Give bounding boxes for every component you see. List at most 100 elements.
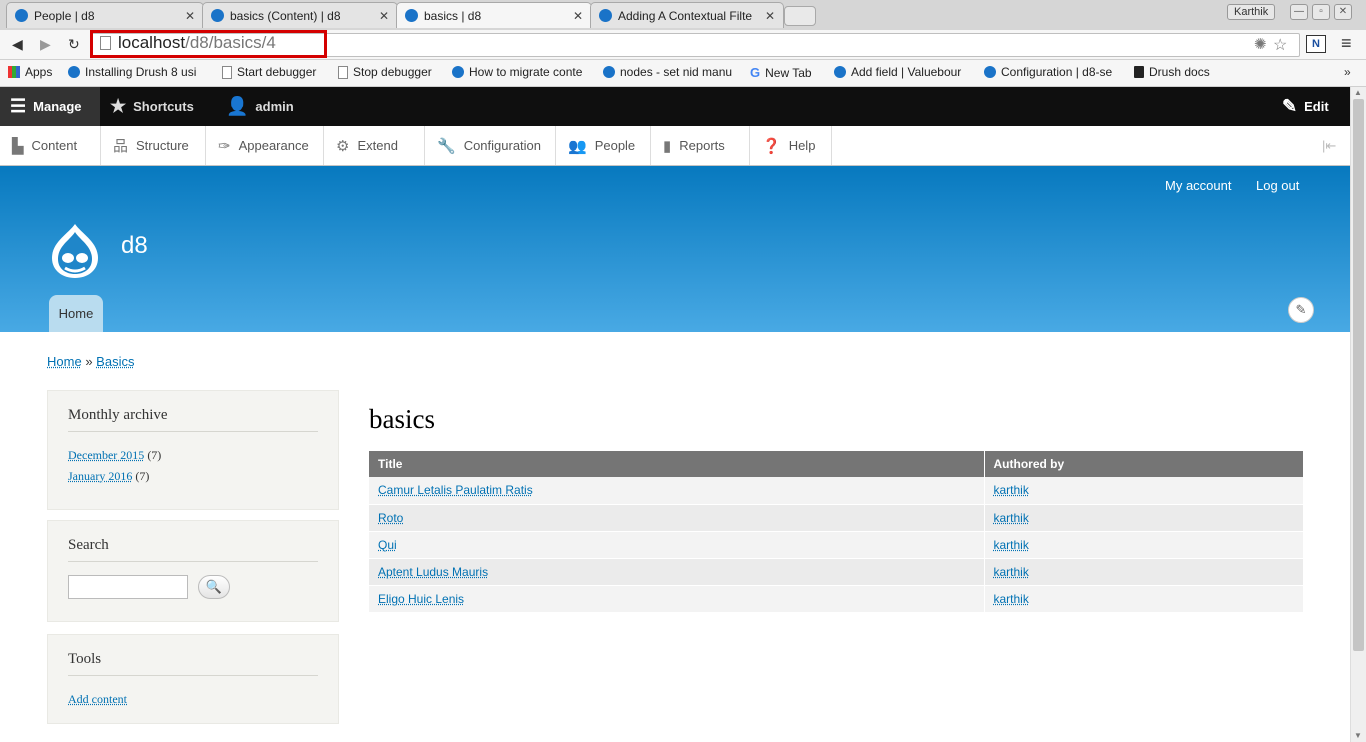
drupal-logo-icon[interactable] [46, 222, 104, 280]
bookmark-configuration[interactable]: Configuration | d8-se [984, 65, 1112, 79]
menu-structure[interactable]: 品 Structure [101, 126, 206, 165]
log-out-link[interactable]: Log out [1256, 178, 1299, 193]
bookmark-start-debugger[interactable]: Start debugger [222, 65, 316, 79]
pencil-icon: ✎ [1282, 96, 1298, 116]
maximize-icon[interactable]: ▫ [1312, 4, 1330, 20]
archive-item: January 2016 (7) [68, 466, 318, 487]
node-title-link[interactable]: Eligo Huic Lenis [378, 592, 464, 606]
pencil-icon[interactable]: ✎ [1288, 297, 1314, 323]
reload-icon[interactable]: ↻ [68, 36, 80, 53]
author-link[interactable]: karthik [994, 511, 1029, 525]
site-name[interactable]: d8 [121, 232, 148, 260]
breadcrumb-home[interactable]: Home [47, 354, 82, 369]
browser-tab-contextual-filter[interactable]: Adding A Contextual Filte ✕ [590, 2, 784, 28]
drupal-icon [603, 66, 615, 78]
menu-reports[interactable]: ▮ Reports [651, 126, 750, 165]
menu-extend[interactable]: ⚙ Extend [324, 126, 425, 165]
back-icon[interactable]: ◀ [12, 36, 23, 53]
add-content-link[interactable]: Add content [68, 692, 127, 706]
archive-link-january-2016[interactable]: January 2016 [68, 469, 132, 483]
url-highlight-box [90, 30, 327, 58]
close-icon[interactable]: ✕ [379, 9, 389, 23]
bookmark-star-icon[interactable]: ☆ [1273, 35, 1287, 55]
bookmark-label: Configuration | d8-se [1001, 65, 1113, 79]
node-title-link[interactable]: Qui [378, 538, 397, 552]
bookmark-nodes[interactable]: nodes - set nid manu [603, 65, 732, 79]
star-icon: ★ [110, 96, 127, 116]
scroll-up-icon[interactable]: ▲ [1354, 88, 1362, 97]
menu-configuration[interactable]: 🔧 Configuration [425, 126, 556, 165]
author-link[interactable]: karthik [994, 538, 1029, 552]
shortcuts-tab[interactable]: ★ Shortcuts [110, 87, 194, 126]
bookmark-label: Installing Drush 8 usi [85, 65, 197, 79]
bookmark-apps[interactable]: Apps [8, 65, 52, 79]
table-cell: Aptent Ludus Mauris [369, 558, 985, 586]
collapse-tray-icon[interactable]: |⇤ [1322, 138, 1336, 154]
page-scrollbar[interactable]: ▲ ▼ [1350, 87, 1366, 742]
bookmarks-more-icon[interactable]: » [1344, 65, 1351, 79]
browser-tab-basics[interactable]: basics | d8 ✕ [396, 2, 592, 28]
n-extension-icon[interactable]: N [1306, 35, 1326, 53]
close-window-icon[interactable]: ✕ [1334, 4, 1352, 20]
tab-label: Adding A Contextual Filte [618, 8, 753, 23]
bookmark-drush[interactable]: Installing Drush 8 usi [68, 65, 196, 79]
breadcrumb-basics[interactable]: Basics [96, 354, 134, 369]
bookmark-new-tab[interactable]: G New Tab [750, 65, 812, 80]
menu-label: Structure [136, 138, 189, 153]
my-account-link[interactable]: My account [1165, 178, 1231, 193]
user-tab[interactable]: 👤 admin [226, 87, 294, 126]
menu-people[interactable]: 👥 People [556, 126, 651, 165]
drupal-icon [599, 9, 612, 22]
bookmark-label: Add field | Valuebour [851, 65, 962, 79]
scroll-down-icon[interactable]: ▼ [1354, 731, 1362, 740]
table-row: Aptent Ludus Mauris karthik [369, 558, 1304, 586]
node-title-link[interactable]: Aptent Ludus Mauris [378, 565, 488, 579]
menu-content[interactable]: ▙ Content [0, 126, 101, 165]
bookmark-migrate[interactable]: How to migrate conte [452, 65, 582, 79]
table-cell: Roto [369, 504, 985, 532]
browser-tab-people[interactable]: People | d8 ✕ [6, 2, 204, 28]
bookmark-drush-docs[interactable]: Drush docs [1134, 65, 1210, 79]
author-link[interactable]: karthik [994, 565, 1029, 579]
author-link[interactable]: karthik [994, 483, 1029, 497]
close-icon[interactable]: ✕ [573, 9, 583, 23]
home-tab[interactable]: Home [49, 295, 103, 332]
menu-help[interactable]: ❓ Help [750, 126, 832, 165]
book-icon [1134, 66, 1144, 78]
bookmark-stop-debugger[interactable]: Stop debugger [338, 65, 432, 79]
table-cell: karthik [984, 558, 1304, 586]
node-title-link[interactable]: Roto [378, 511, 403, 525]
browser-tab-basics-content[interactable]: basics (Content) | d8 ✕ [202, 2, 398, 28]
menu-label: Appearance [238, 138, 309, 153]
bookmark-label: Stop debugger [353, 65, 432, 79]
forward-icon[interactable]: ▶ [40, 36, 51, 53]
extension-icon[interactable]: ✺ [1254, 35, 1267, 53]
bookmark-add-field[interactable]: Add field | Valuebour [834, 65, 961, 79]
author-link[interactable]: karthik [994, 592, 1029, 606]
manage-label: Manage [33, 99, 82, 114]
manage-tab[interactable]: ☰ Manage [0, 87, 100, 126]
content-table: Title Authored by Camur Letalis Paulatim… [369, 451, 1304, 613]
page-icon [222, 65, 232, 79]
profile-button[interactable]: Karthik [1227, 4, 1276, 20]
archive-link-december-2015[interactable]: December 2015 [68, 448, 144, 462]
browser-menu-icon[interactable]: ≡ [1341, 33, 1352, 54]
shortcuts-label: Shortcuts [133, 99, 194, 114]
tools-item: Add content [68, 689, 318, 710]
search-input[interactable] [68, 575, 188, 599]
menu-appearance[interactable]: ✑ Appearance [206, 126, 324, 165]
new-tab-button[interactable] [784, 6, 816, 26]
hamburger-icon: ☰ [10, 96, 27, 116]
breadcrumb: Home » Basics [47, 354, 134, 369]
tab-label: basics (Content) | d8 [230, 8, 341, 23]
scroll-thumb[interactable] [1353, 99, 1364, 651]
edit-tab[interactable]: ✎ Edit [1282, 87, 1329, 126]
node-title-link[interactable]: Camur Letalis Paulatim Ratis [378, 483, 533, 497]
file-icon: ▙ [12, 137, 24, 155]
search-icon[interactable]: 🔍 [198, 575, 230, 599]
minimize-icon[interactable]: — [1290, 4, 1308, 20]
column-header-title[interactable]: Title [369, 451, 985, 477]
close-icon[interactable]: ✕ [185, 9, 195, 23]
close-icon[interactable]: ✕ [765, 9, 775, 23]
apps-icon [8, 66, 20, 78]
